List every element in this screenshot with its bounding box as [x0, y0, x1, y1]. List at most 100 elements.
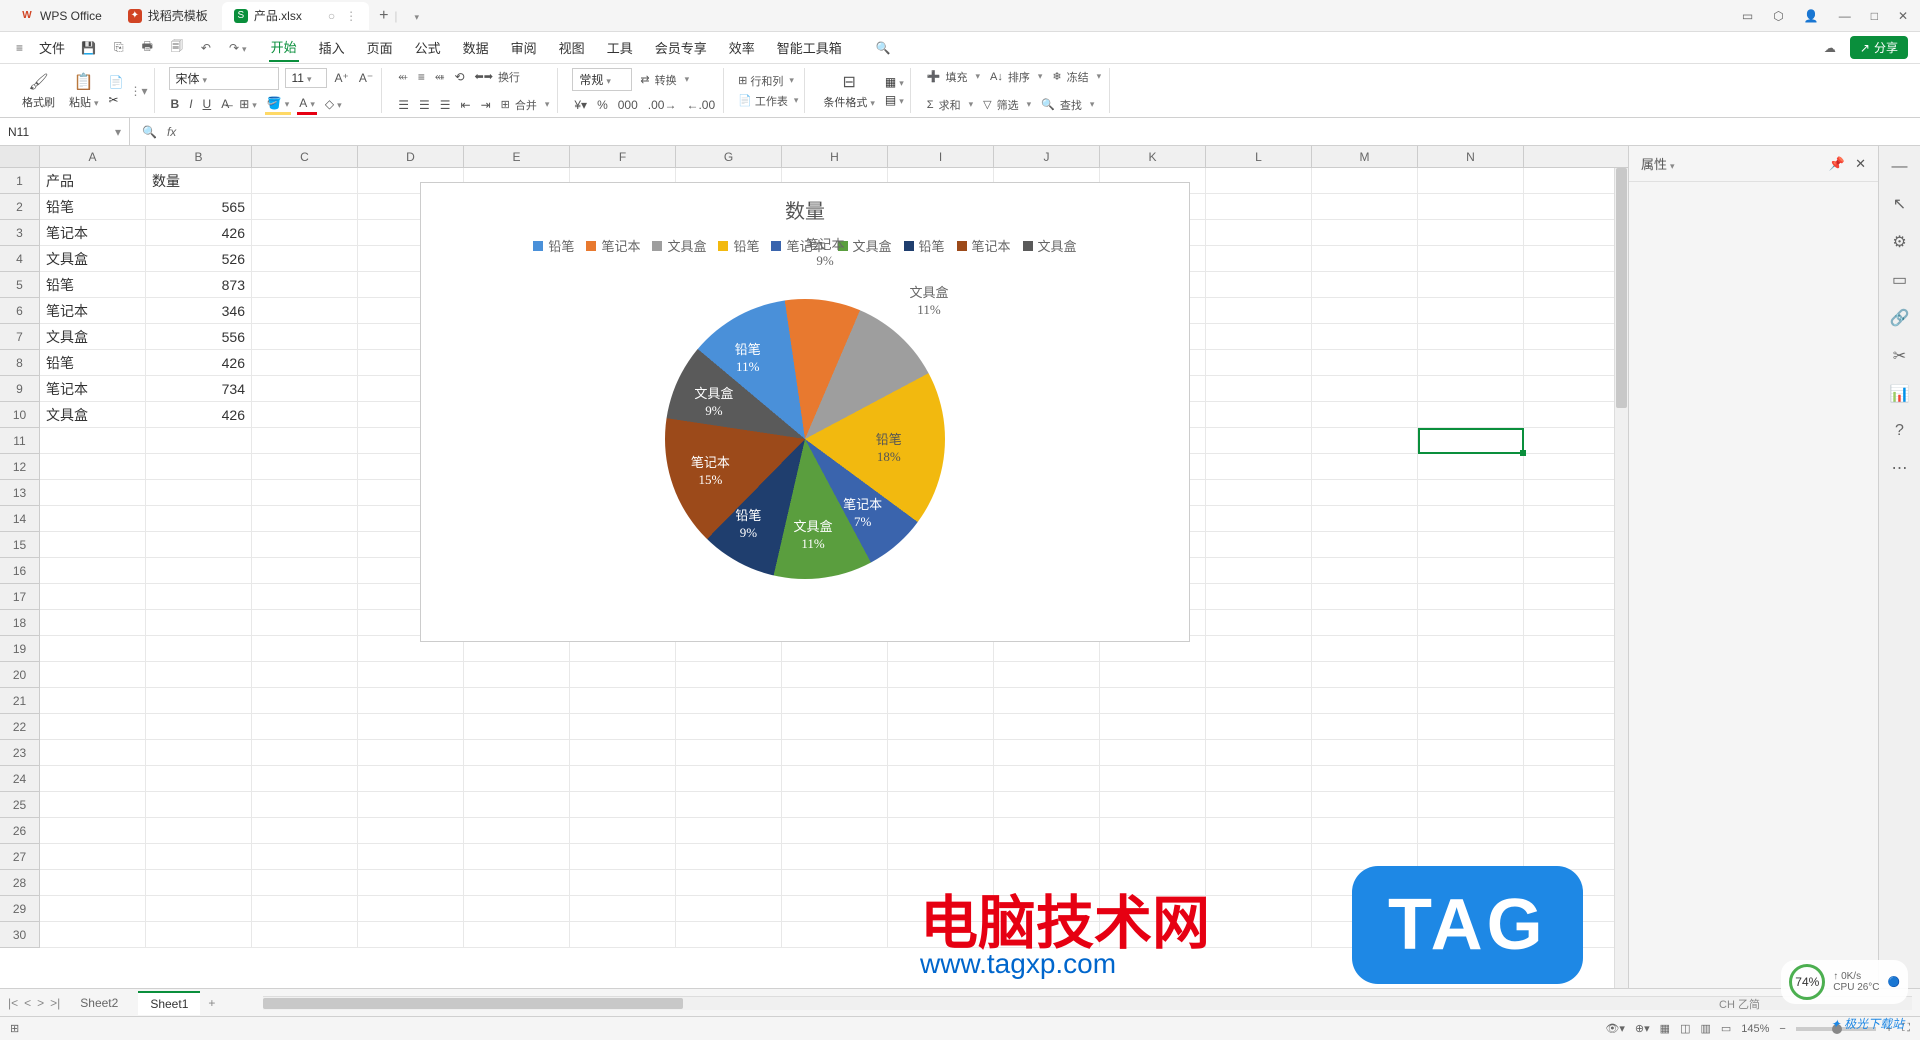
cell[interactable]	[676, 870, 782, 895]
align-bottom-icon[interactable]: ⬵	[433, 67, 447, 86]
print-icon[interactable]: 🖶	[138, 35, 157, 60]
menu-tools[interactable]: 工具	[605, 34, 635, 61]
increase-font-icon[interactable]: A⁺	[333, 69, 351, 87]
cell[interactable]	[994, 766, 1100, 791]
cell[interactable]	[782, 870, 888, 895]
cell[interactable]	[1312, 350, 1418, 375]
hamburger-icon[interactable]: ≡	[12, 39, 27, 57]
layout-icon[interactable]: ▭	[1738, 5, 1757, 27]
search-icon[interactable]: 🔍	[872, 39, 895, 57]
cell[interactable]: 笔记本	[40, 220, 146, 245]
cell[interactable]	[1312, 584, 1418, 609]
cell[interactable]	[1312, 922, 1418, 947]
comma-icon[interactable]: 000	[616, 96, 640, 114]
cell[interactable]	[40, 688, 146, 713]
row-header-6[interactable]: 6	[0, 298, 39, 324]
row-header-23[interactable]: 23	[0, 740, 39, 766]
cell[interactable]	[464, 896, 570, 921]
view-layout-icon[interactable]: ▥	[1700, 1022, 1710, 1035]
cell[interactable]	[1206, 480, 1312, 505]
cell[interactable]	[146, 922, 252, 947]
cell[interactable]	[1206, 168, 1312, 193]
cell[interactable]	[358, 662, 464, 687]
cell[interactable]	[40, 870, 146, 895]
cell[interactable]	[146, 844, 252, 869]
cell[interactable]	[1206, 246, 1312, 271]
side-panel-title[interactable]: 属性	[1641, 154, 1675, 173]
cell[interactable]	[570, 714, 676, 739]
cell[interactable]	[358, 844, 464, 869]
cell[interactable]	[994, 818, 1100, 843]
cell[interactable]	[1206, 376, 1312, 401]
menu-formula[interactable]: 公式	[413, 34, 443, 61]
sheet-last-icon[interactable]: >|	[50, 996, 60, 1010]
cell[interactable]	[1418, 194, 1524, 219]
cell[interactable]	[1312, 714, 1418, 739]
cell[interactable]	[40, 584, 146, 609]
cell[interactable]	[782, 662, 888, 687]
cell[interactable]	[888, 688, 994, 713]
italic-button[interactable]: I	[187, 95, 194, 113]
cell[interactable]	[146, 662, 252, 687]
menu-review[interactable]: 审阅	[509, 34, 539, 61]
menu-home[interactable]: 开始	[269, 33, 299, 62]
align-center-icon[interactable]: ☰	[417, 96, 432, 114]
cell[interactable]	[1418, 610, 1524, 635]
cell[interactable]	[1100, 844, 1206, 869]
cell[interactable]	[40, 610, 146, 635]
cell[interactable]	[146, 792, 252, 817]
menu-view[interactable]: 视图	[557, 34, 587, 61]
cell[interactable]	[40, 714, 146, 739]
cell[interactable]: 铅笔	[40, 272, 146, 297]
share-button[interactable]: ↗ 分享	[1850, 36, 1908, 59]
cell[interactable]	[252, 558, 358, 583]
row-header-28[interactable]: 28	[0, 870, 39, 896]
cell[interactable]	[570, 870, 676, 895]
cell[interactable]	[1100, 766, 1206, 791]
cell[interactable]	[252, 922, 358, 947]
cell[interactable]	[464, 792, 570, 817]
cell[interactable]	[146, 480, 252, 505]
cell[interactable]	[1206, 714, 1312, 739]
cell[interactable]	[994, 714, 1100, 739]
cell[interactable]	[1100, 662, 1206, 687]
col-header-D[interactable]: D	[358, 146, 464, 167]
chart-icon[interactable]: 📊	[1890, 384, 1910, 404]
zoom-level[interactable]: 145%	[1741, 1023, 1769, 1035]
cell[interactable]	[1206, 220, 1312, 245]
cell[interactable]	[1418, 324, 1524, 349]
cell[interactable]	[1312, 506, 1418, 531]
cell[interactable]	[252, 610, 358, 635]
cell[interactable]	[994, 870, 1100, 895]
row-header-3[interactable]: 3	[0, 220, 39, 246]
cell[interactable]	[1206, 402, 1312, 427]
sheet-prev-icon[interactable]: <	[24, 996, 31, 1010]
cell[interactable]	[146, 896, 252, 921]
col-header-M[interactable]: M	[1312, 146, 1418, 167]
maximize-button[interactable]: □	[1867, 5, 1882, 27]
cell[interactable]	[40, 896, 146, 921]
add-tab-button[interactable]: +	[379, 7, 388, 25]
font-size-select[interactable]: 11	[285, 68, 327, 88]
cell[interactable]	[252, 636, 358, 661]
view-normal-icon[interactable]: ▦	[1660, 1022, 1670, 1035]
cell[interactable]	[1312, 168, 1418, 193]
row-header-14[interactable]: 14	[0, 506, 39, 532]
font-color-button[interactable]: A	[297, 94, 317, 115]
row-header-19[interactable]: 19	[0, 636, 39, 662]
cell[interactable]	[464, 844, 570, 869]
row-header-9[interactable]: 9	[0, 376, 39, 402]
cell[interactable]	[1312, 428, 1418, 453]
cell[interactable]	[1418, 636, 1524, 661]
cell[interactable]	[252, 480, 358, 505]
collapse-icon[interactable]: —	[1892, 158, 1908, 176]
currency-icon[interactable]: ¥▾	[572, 96, 589, 114]
close-button[interactable]: ✕	[1894, 5, 1912, 27]
cell[interactable]	[252, 324, 358, 349]
fx-icon[interactable]: fx	[167, 125, 176, 139]
save-icon[interactable]: 💾	[77, 39, 100, 57]
cell[interactable]: 笔记本	[40, 376, 146, 401]
cell[interactable]	[252, 766, 358, 791]
cell[interactable]	[994, 688, 1100, 713]
cell[interactable]	[782, 714, 888, 739]
